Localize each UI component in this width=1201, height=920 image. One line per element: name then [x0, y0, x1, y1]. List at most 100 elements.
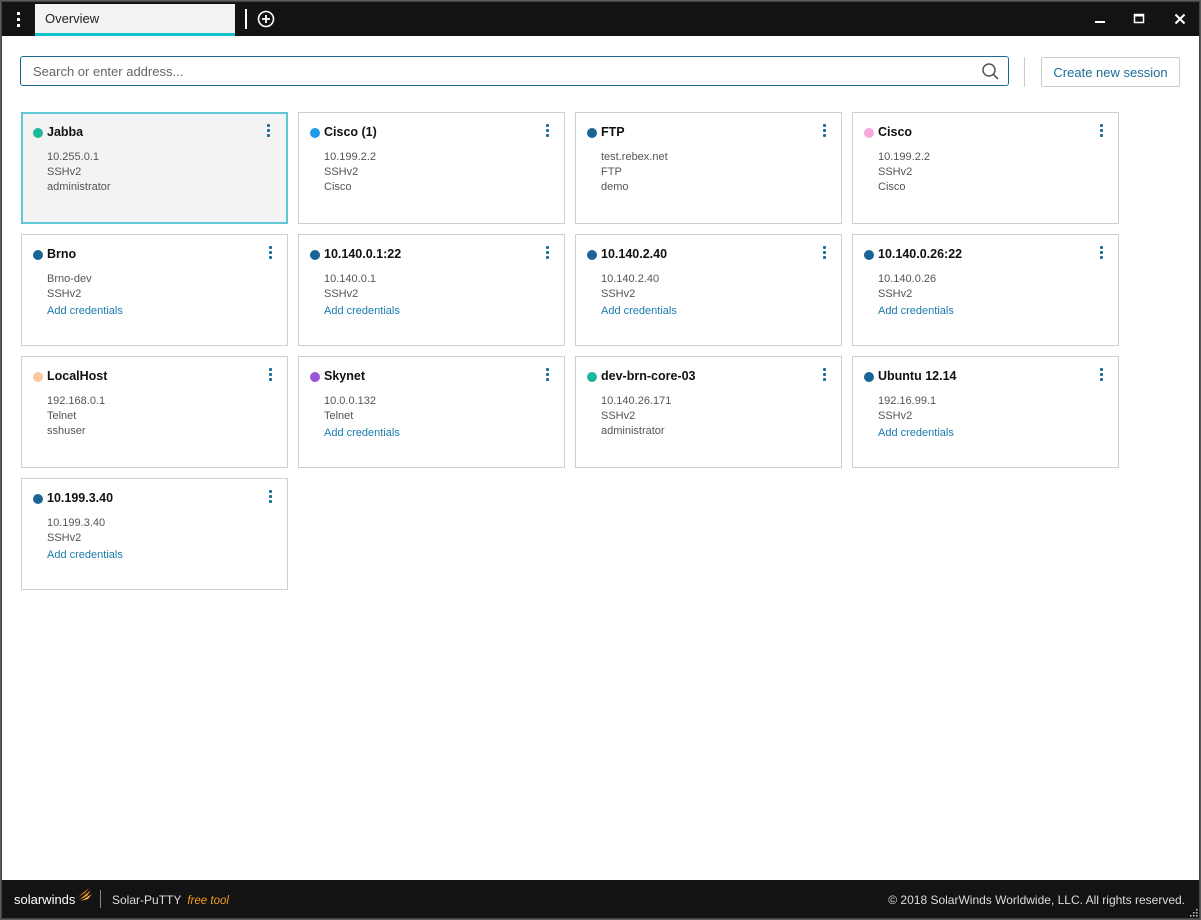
tab-label: Overview	[45, 11, 100, 26]
session-card-body: 10.199.3.40 10.199.3.40 SSHv2 Add credentia…	[22, 479, 287, 589]
more-options-icon[interactable]	[265, 368, 275, 384]
session-name: Cisco (1)	[324, 125, 377, 139]
session-card-body: Brno Brno-dev SSHv2 Add credentials	[22, 235, 287, 345]
product-name: Solar-PuTTY free tool	[112, 893, 229, 907]
session-username: Cisco	[878, 181, 906, 193]
status-dot-icon	[33, 250, 43, 260]
session-details: 192.168.0.1 Telnet sshuser	[47, 394, 105, 439]
more-options-icon[interactable]	[1096, 246, 1106, 262]
session-name: Skynet	[324, 369, 365, 383]
more-options-icon[interactable]	[542, 124, 552, 140]
maximize-button[interactable]	[1119, 2, 1159, 36]
session-protocol: Telnet	[47, 410, 77, 422]
session-details: 10.140.0.1 SSHv2 Add credentials	[324, 272, 400, 319]
session-card[interactable]: 10.140.0.1:22 10.140.0.1 SSHv2 Add credenti…	[298, 234, 565, 346]
more-options-icon[interactable]	[819, 246, 829, 262]
session-name: Jabba	[47, 125, 84, 139]
flame-icon	[78, 888, 93, 901]
more-options-icon[interactable]	[1096, 124, 1106, 140]
minimize-icon	[1095, 21, 1105, 23]
create-new-session-button[interactable]: Create new session	[1041, 57, 1180, 87]
close-icon	[1174, 13, 1186, 25]
session-host: 192.16.99.1	[878, 395, 937, 407]
session-card[interactable]: 10.140.0.26:22 10.140.0.26 SSHv2 Add creden…	[852, 234, 1119, 346]
tab-overview[interactable]: Overview	[35, 4, 235, 36]
more-options-icon[interactable]	[265, 246, 275, 262]
session-card[interactable]: FTP test.rebex.net FTP demo	[575, 112, 842, 224]
status-dot-icon	[864, 128, 874, 138]
resize-grip-icon[interactable]	[1188, 907, 1198, 917]
more-options-icon[interactable]	[542, 368, 552, 384]
session-details: 10.255.0.1 SSHv2 administrator	[47, 150, 111, 195]
more-options-icon[interactable]	[265, 490, 275, 506]
session-name: 10.140.2.40	[601, 247, 668, 261]
session-host: 10.140.0.1	[324, 273, 376, 285]
add-credentials-link[interactable]: Add credentials	[47, 548, 123, 563]
session-card-body: Jabba 10.255.0.1 SSHv2 administrator	[22, 113, 285, 221]
add-tab-button[interactable]	[257, 10, 275, 28]
add-credentials-link[interactable]: Add credentials	[47, 304, 123, 319]
product-label: Solar-PuTTY	[112, 893, 182, 907]
session-details: 10.0.0.132 Telnet Add credentials	[324, 394, 400, 441]
session-details: 10.140.26.171 SSHv2 administrator	[601, 394, 671, 439]
session-card[interactable]: LocalHost 192.168.0.1 Telnet sshuser	[21, 356, 288, 468]
search-icon[interactable]	[981, 62, 999, 80]
session-protocol: SSHv2	[878, 166, 913, 178]
more-options-icon[interactable]	[542, 246, 552, 262]
add-credentials-link[interactable]: Add credentials	[601, 304, 677, 319]
search-input[interactable]	[21, 57, 961, 85]
session-card-body: 10.140.0.1:22 10.140.0.1 SSHv2 Add credenti…	[299, 235, 564, 345]
maximize-icon	[1133, 13, 1145, 24]
more-options-icon[interactable]	[819, 368, 829, 384]
session-username: Cisco	[324, 181, 352, 193]
add-credentials-link[interactable]: Add credentials	[878, 426, 954, 441]
status-dot-icon	[310, 128, 320, 138]
session-host: 10.199.2.2	[878, 151, 930, 163]
session-host: Brno-dev	[47, 273, 92, 285]
session-host: 10.199.2.2	[324, 151, 376, 163]
main-menu-button[interactable]	[2, 2, 34, 36]
session-details: Brno-dev SSHv2 Add credentials	[47, 272, 123, 319]
session-card[interactable]: 10.140.2.40 10.140.2.40 SSHv2 Add credentia…	[575, 234, 842, 346]
solarwinds-logo: solarwinds	[14, 888, 93, 907]
close-button[interactable]	[1160, 2, 1200, 36]
session-card[interactable]: dev-brn-core-03 10.140.26.171 SSHv2 adminis…	[575, 356, 842, 468]
session-card[interactable]: Cisco (1) 10.199.2.2 SSHv2 Cisco	[298, 112, 565, 224]
status-dot-icon	[33, 128, 43, 138]
session-card[interactable]: Skynet 10.0.0.132 Telnet Add credentials	[298, 356, 565, 468]
session-card-body: dev-brn-core-03 10.140.26.171 SSHv2 adminis…	[576, 357, 841, 467]
session-protocol: SSHv2	[47, 166, 82, 178]
add-credentials-link[interactable]: Add credentials	[324, 426, 400, 441]
session-name: 10.199.3.40	[47, 491, 114, 505]
session-card-body: Cisco 10.199.2.2 SSHv2 Cisco	[853, 113, 1118, 223]
add-credentials-link[interactable]: Add credentials	[878, 304, 954, 319]
toolbar-divider	[1024, 57, 1025, 87]
session-host: 10.255.0.1	[47, 151, 99, 163]
session-name: Cisco	[878, 125, 913, 139]
add-credentials-link[interactable]: Add credentials	[324, 304, 400, 319]
minimize-button[interactable]	[1080, 2, 1120, 36]
status-dot-icon	[33, 372, 43, 382]
session-protocol: SSHv2	[47, 532, 82, 544]
session-card-body: 10.140.2.40 10.140.2.40 SSHv2 Add credentia…	[576, 235, 841, 345]
more-options-icon[interactable]	[1096, 368, 1106, 384]
brand-name: solarwinds	[14, 892, 76, 907]
session-username: sshuser	[47, 425, 86, 437]
session-card-body: FTP test.rebex.net FTP demo	[576, 113, 841, 223]
session-host: 192.168.0.1	[47, 395, 106, 407]
session-protocol: FTP	[601, 166, 622, 178]
session-host: test.rebex.net	[601, 151, 668, 163]
session-name: dev-brn-core-03	[601, 369, 696, 383]
session-name: FTP	[601, 125, 625, 139]
more-options-icon[interactable]	[263, 124, 273, 140]
session-card[interactable]: Jabba 10.255.0.1 SSHv2 administrator	[21, 112, 288, 224]
session-name: 10.140.0.26:22	[878, 247, 963, 261]
session-protocol: SSHv2	[878, 410, 913, 422]
session-protocol: SSHv2	[601, 288, 636, 300]
session-card[interactable]: Cisco 10.199.2.2 SSHv2 Cisco	[852, 112, 1119, 224]
more-options-icon[interactable]	[819, 124, 829, 140]
session-card[interactable]: Ubuntu 12.14 192.16.99.1 SSHv2 Add credenti…	[852, 356, 1119, 468]
session-card[interactable]: 10.199.3.40 10.199.3.40 SSHv2 Add credentia…	[21, 478, 288, 590]
session-card[interactable]: Brno Brno-dev SSHv2 Add credentials	[21, 234, 288, 346]
session-name: LocalHost	[47, 369, 108, 383]
